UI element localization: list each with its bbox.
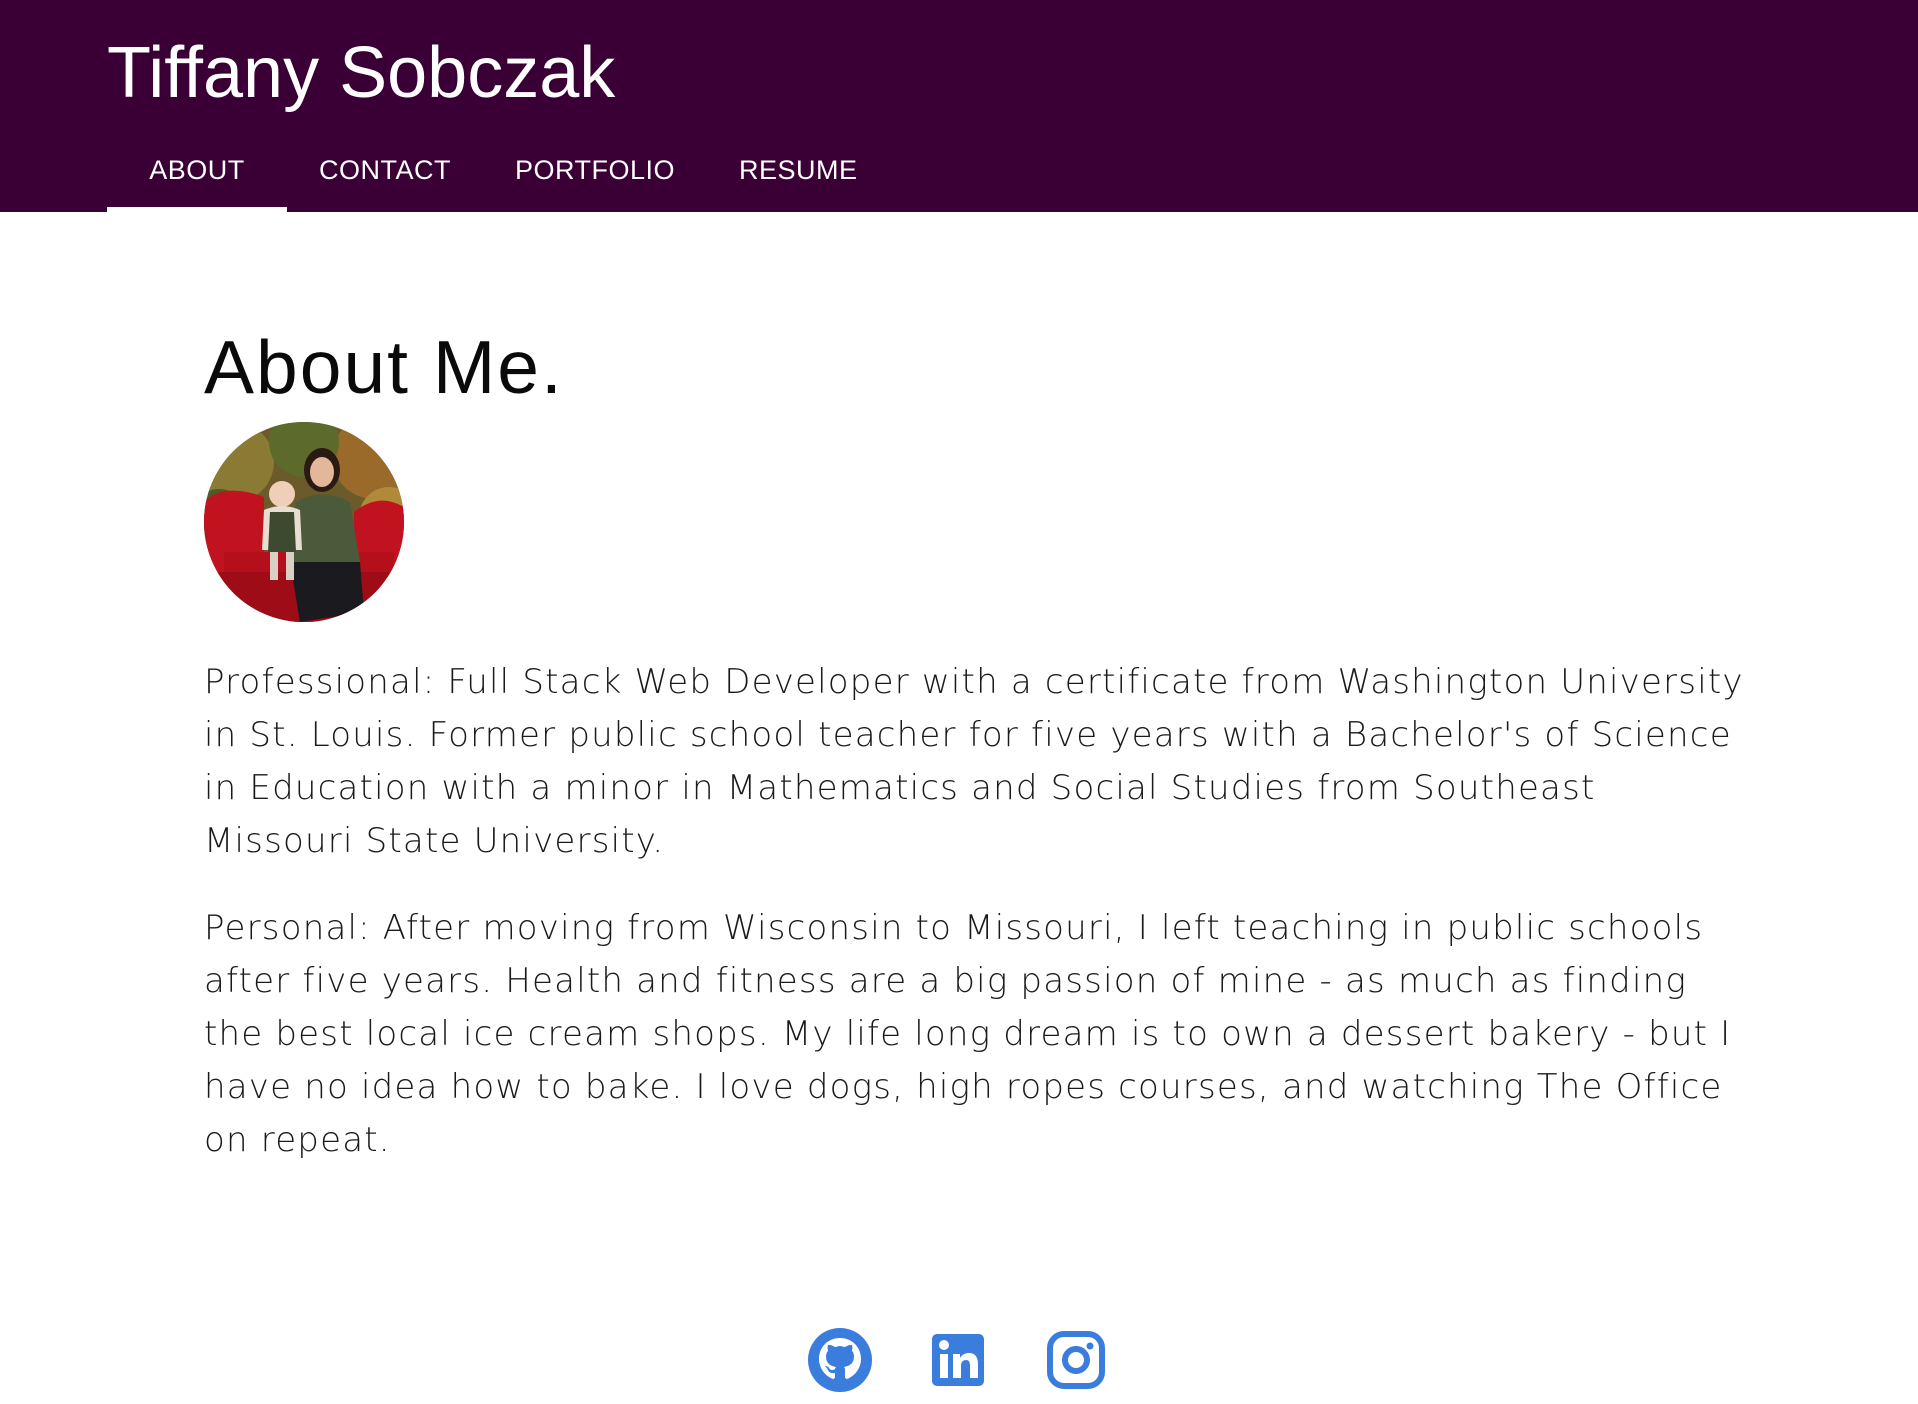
nav-tabs: ABOUT CONTACT PORTFOLIO RESUME (107, 128, 890, 212)
tab-portfolio[interactable]: PORTFOLIO (483, 128, 707, 212)
tab-about[interactable]: ABOUT (107, 128, 287, 212)
social-links (808, 1328, 1108, 1392)
github-icon (808, 1328, 872, 1392)
bio-professional: Professional: Full Stack Web Developer w… (204, 662, 1744, 861)
linkedin-icon (932, 1334, 984, 1386)
bio-personal: Personal: After moving from Wisconsin to… (204, 908, 1732, 1160)
profile-photo (204, 422, 404, 622)
site-header: Tiffany Sobczak ABOUT CONTACT PORTFOLIO … (0, 0, 1918, 212)
about-heading: About Me. (204, 325, 564, 409)
avatar (204, 422, 404, 622)
instagram-link[interactable] (1044, 1328, 1108, 1392)
github-link[interactable] (808, 1328, 872, 1392)
instagram-icon (1047, 1331, 1105, 1389)
site-title[interactable]: Tiffany Sobczak (107, 28, 615, 118)
tab-contact[interactable]: CONTACT (287, 128, 483, 212)
tab-resume[interactable]: RESUME (707, 128, 890, 212)
linkedin-link[interactable] (926, 1328, 990, 1392)
